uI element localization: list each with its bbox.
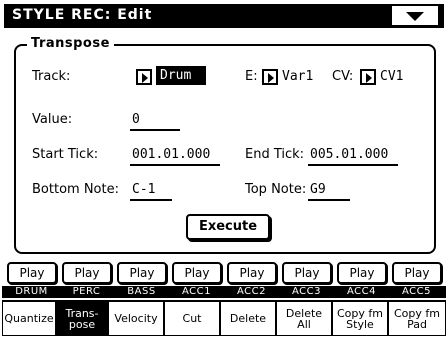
element-value[interactable]: Var1 [282, 69, 313, 84]
track-name-acc2: ACC2 [237, 286, 266, 297]
track-name-bass: BASS [127, 286, 156, 297]
play-button-acc4[interactable]: Play [337, 262, 387, 284]
element-select-button[interactable] [262, 69, 278, 85]
track-name-perc: PERC [72, 286, 101, 297]
play-arrow-icon [268, 73, 274, 83]
start-tick-field[interactable]: 001.01.000 [130, 147, 220, 166]
play-button-perc[interactable]: Play [62, 262, 112, 284]
execute-button[interactable]: Execute [186, 214, 270, 240]
cv-value[interactable]: CV1 [380, 69, 403, 84]
tab-delete[interactable]: Delete [220, 302, 276, 336]
value-label: Value: [32, 112, 73, 127]
track-value[interactable]: Drum [156, 66, 206, 85]
style-rec-edit-screen: STYLE REC: Edit Transpose Track: Drum E:… [0, 0, 448, 338]
page-title: STYLE REC: Edit [12, 7, 153, 23]
track-select-button[interactable] [136, 69, 152, 85]
triangle-down-icon [406, 12, 424, 21]
play-button-drum[interactable]: Play [7, 262, 57, 284]
top-note-label: Top Note: [245, 182, 307, 197]
play-button-acc2[interactable]: Play [227, 262, 277, 284]
track-name-acc5: ACC5 [402, 286, 431, 297]
edit-function-tabs: Quantize Trans-pose Velocity Cut Delete … [2, 300, 446, 338]
value-field[interactable]: 0 [130, 112, 180, 131]
panel-title: Transpose [27, 36, 114, 51]
play-button-acc1[interactable]: Play [172, 262, 222, 284]
tab-copy-from-pad[interactable]: Copy fm Pad [388, 302, 446, 336]
top-note-field[interactable]: G9 [308, 182, 350, 201]
track-name-drum: DRUM [15, 286, 48, 297]
track-name-acc3: ACC3 [292, 286, 321, 297]
track-name-strip: DRUM PERC BASS ACC1 ACC2 ACC3 ACC4 ACC5 [2, 286, 446, 298]
bottom-note-label: Bottom Note: [32, 182, 119, 197]
end-tick-label: End Tick: [245, 147, 305, 162]
play-button-bass[interactable]: Play [117, 262, 167, 284]
play-button-acc5[interactable]: Play [392, 262, 442, 284]
track-label: Track: [32, 69, 71, 84]
cv-select-button[interactable] [360, 69, 376, 85]
tab-delete-all[interactable]: Delete All [276, 302, 332, 336]
play-arrow-icon [142, 73, 148, 83]
track-play-row: Play Play Play Play Play Play Play Play [2, 262, 446, 284]
track-name-acc1: ACC1 [182, 286, 211, 297]
page-menu-button[interactable] [392, 6, 438, 25]
tab-velocity[interactable]: Velocity [108, 302, 164, 336]
start-tick-label: Start Tick: [32, 147, 99, 162]
bottom-note-field[interactable]: C-1 [130, 182, 172, 201]
play-arrow-icon [366, 73, 372, 83]
play-button-acc3[interactable]: Play [282, 262, 332, 284]
e-label: E: [245, 69, 258, 84]
end-tick-field[interactable]: 005.01.000 [308, 147, 398, 166]
track-name-acc4: ACC4 [347, 286, 376, 297]
tab-copy-from-style[interactable]: Copy fm Style [332, 302, 388, 336]
tab-transpose[interactable]: Trans-pose [56, 302, 108, 336]
tab-cut[interactable]: Cut [164, 302, 220, 336]
cv-label: CV: [332, 69, 354, 84]
tab-quantize[interactable]: Quantize [2, 302, 56, 336]
title-bar: STYLE REC: Edit [4, 4, 444, 28]
